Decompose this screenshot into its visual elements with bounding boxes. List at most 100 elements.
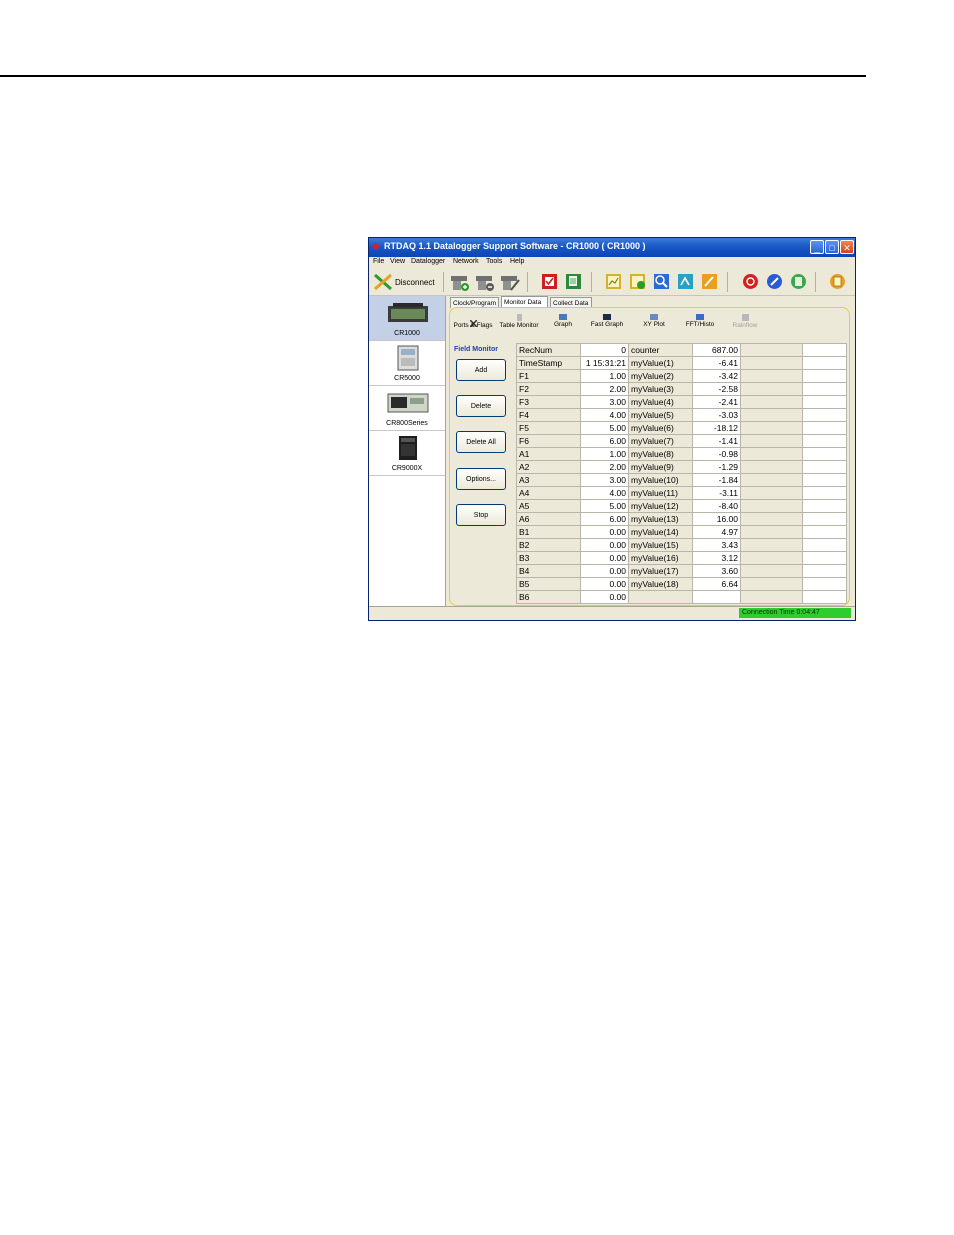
field-value-cell[interactable]: 0.00 (580, 538, 629, 552)
empty-cell[interactable] (740, 577, 803, 591)
field-value-cell[interactable]: 5.00 (580, 499, 629, 513)
menu-datalogger[interactable]: Datalogger (411, 258, 445, 265)
view-data-icon[interactable] (605, 273, 622, 290)
device-cr1000[interactable]: CR1000 (369, 296, 445, 341)
variable-name-cell[interactable]: counter (628, 343, 693, 357)
variable-value-cell[interactable]: -3.03 (692, 408, 741, 422)
empty-cell[interactable] (740, 395, 803, 409)
fft-histo-tool[interactable]: FFT/Histo (682, 312, 718, 334)
field-name-cell[interactable]: A5 (516, 499, 581, 513)
check-program-icon[interactable] (541, 273, 558, 290)
empty-cell[interactable] (740, 408, 803, 422)
xy-plot-tool[interactable]: XY Plot (640, 312, 668, 334)
empty-cell[interactable] (802, 421, 847, 435)
field-name-cell[interactable]: TimeStamp (516, 356, 581, 370)
empty-cell[interactable] (802, 395, 847, 409)
empty-cell[interactable] (740, 564, 803, 578)
delete-all-button[interactable]: Delete All (456, 431, 506, 453)
edit-device-icon[interactable] (500, 272, 520, 292)
title-bar[interactable]: ◆ RTDAQ 1.1 Datalogger Support Software … (369, 238, 855, 257)
empty-cell[interactable] (802, 525, 847, 539)
menu-tools[interactable]: Tools (486, 258, 502, 265)
variable-name-cell[interactable]: myValue(16) (628, 551, 693, 565)
field-value-cell[interactable]: 4.00 (580, 408, 629, 422)
empty-cell[interactable] (802, 551, 847, 565)
variable-value-cell[interactable]: 3.43 (692, 538, 741, 552)
empty-cell[interactable] (802, 499, 847, 513)
device-cr800series[interactable]: CR800Series (369, 386, 445, 431)
empty-cell[interactable] (740, 382, 803, 396)
empty-cell[interactable] (802, 564, 847, 578)
device-cr9000x[interactable]: CR9000X (369, 431, 445, 476)
empty-cell[interactable] (740, 538, 803, 552)
empty-cell[interactable] (740, 447, 803, 461)
empty-cell[interactable] (802, 512, 847, 526)
empty-cell[interactable] (802, 343, 847, 357)
disconnect-button[interactable]: Disconnect (373, 272, 439, 292)
empty-cell[interactable] (740, 512, 803, 526)
field-name-cell[interactable]: B6 (516, 590, 581, 604)
menu-file[interactable]: File (373, 258, 384, 265)
field-name-cell[interactable]: RecNum (516, 343, 581, 357)
variable-name-cell[interactable]: myValue(15) (628, 538, 693, 552)
edit-icon[interactable] (701, 273, 718, 290)
menu-view[interactable]: View (390, 258, 405, 265)
field-value-cell[interactable]: 0.00 (580, 577, 629, 591)
variable-name-cell[interactable]: myValue(2) (628, 369, 693, 383)
empty-cell[interactable] (740, 499, 803, 513)
variable-value-cell[interactable]: -0.98 (692, 447, 741, 461)
variable-name-cell[interactable]: myValue(1) (628, 356, 693, 370)
remove-device-icon[interactable] (475, 272, 495, 292)
variable-value-cell[interactable]: 16.00 (692, 512, 741, 526)
field-value-cell[interactable]: 2.00 (580, 382, 629, 396)
variable-value-cell[interactable]: 6.64 (692, 577, 741, 591)
empty-cell[interactable] (740, 356, 803, 370)
variable-name-cell[interactable]: myValue(11) (628, 486, 693, 500)
device-cr5000[interactable]: CR5000 (369, 341, 445, 386)
variable-value-cell[interactable]: -3.42 (692, 369, 741, 383)
field-name-cell[interactable]: B4 (516, 564, 581, 578)
stop-red-icon[interactable] (742, 273, 759, 290)
field-value-cell[interactable]: 0.00 (580, 551, 629, 565)
field-value-cell[interactable]: 6.00 (580, 512, 629, 526)
variable-value-cell[interactable]: -1.29 (692, 460, 741, 474)
maximize-button[interactable]: □ (825, 240, 839, 254)
variable-value-cell[interactable]: -6.41 (692, 356, 741, 370)
add-device-icon[interactable] (450, 272, 470, 292)
pen-icon[interactable] (766, 273, 783, 290)
field-name-cell[interactable]: A3 (516, 473, 581, 487)
field-name-cell[interactable]: A1 (516, 447, 581, 461)
empty-cell[interactable] (740, 343, 803, 357)
field-value-cell[interactable]: 0.00 (580, 564, 629, 578)
close-button[interactable]: ✕ (840, 240, 854, 254)
empty-cell[interactable] (740, 460, 803, 474)
inspect-icon[interactable] (653, 273, 670, 290)
field-value-cell[interactable]: 0.00 (580, 590, 629, 604)
empty-cell[interactable] (802, 460, 847, 474)
variable-value-cell[interactable]: -2.58 (692, 382, 741, 396)
empty-cell[interactable] (802, 408, 847, 422)
field-name-cell[interactable]: F4 (516, 408, 581, 422)
empty-cell[interactable] (802, 538, 847, 552)
calculator-icon[interactable] (790, 273, 807, 290)
field-name-cell[interactable]: B3 (516, 551, 581, 565)
copy-program-icon[interactable] (565, 273, 582, 290)
variable-name-cell[interactable]: myValue(7) (628, 434, 693, 448)
variable-value-cell[interactable]: 4.97 (692, 525, 741, 539)
empty-cell[interactable] (740, 525, 803, 539)
field-value-cell[interactable]: 3.00 (580, 395, 629, 409)
stop-button[interactable]: Stop (456, 504, 506, 526)
variable-value-cell[interactable]: -3.11 (692, 486, 741, 500)
variable-value-cell[interactable]: 3.12 (692, 551, 741, 565)
field-name-cell[interactable]: A2 (516, 460, 581, 474)
field-name-cell[interactable]: B1 (516, 525, 581, 539)
graph-data-icon[interactable] (629, 273, 646, 290)
variable-name-cell[interactable]: myValue(18) (628, 577, 693, 591)
variable-name-cell[interactable]: myValue(10) (628, 473, 693, 487)
variable-name-cell[interactable]: myValue(8) (628, 447, 693, 461)
variable-value-cell[interactable]: 687.00 (692, 343, 741, 357)
empty-cell[interactable] (740, 421, 803, 435)
variable-value-cell[interactable]: -1.84 (692, 473, 741, 487)
variable-value-cell[interactable]: 3.60 (692, 564, 741, 578)
field-value-cell[interactable]: 2.00 (580, 460, 629, 474)
